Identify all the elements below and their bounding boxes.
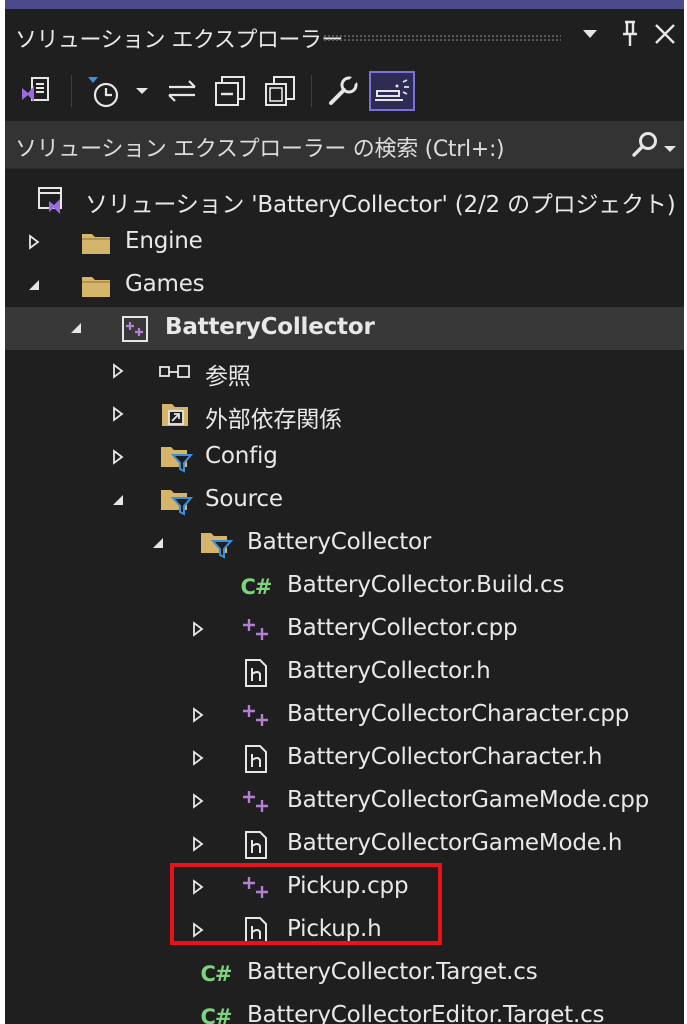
cpp-file-icon (239, 614, 273, 646)
tree-item-references[interactable]: 参照 (5, 350, 684, 393)
tree-item-label: BatteryCollectorCharacter.cpp (287, 701, 630, 727)
tree-item-character-cpp[interactable]: BatteryCollectorCharacter.cpp (5, 694, 684, 737)
solution-icon (35, 184, 69, 216)
toolbar-separator (311, 75, 312, 107)
expand-arrow-icon[interactable] (189, 748, 207, 768)
search-icon[interactable] (630, 131, 660, 159)
tree-item-label: BatteryCollectorGameMode.cpp (287, 787, 650, 813)
panel-accent-bar (5, 0, 684, 9)
tree-item-label: BatteryCollector.h (287, 658, 491, 684)
expand-arrow-icon[interactable] (189, 920, 207, 940)
tree-item-label: BatteryCollectorGameMode.h (287, 830, 623, 856)
header-file-icon (239, 915, 273, 947)
switch-views-icon[interactable] (17, 71, 55, 111)
cpp-project-icon (119, 313, 153, 345)
tree-item-label: Source (205, 486, 283, 512)
filter-folder-icon (159, 442, 193, 474)
header-file-icon (239, 743, 273, 775)
header-file-icon (239, 657, 273, 689)
collapse-arrow-icon[interactable] (67, 318, 85, 338)
expand-arrow-icon[interactable] (25, 232, 43, 252)
cpp-file-icon (239, 700, 273, 732)
expand-arrow-icon[interactable] (189, 877, 207, 897)
collapse-all-icon[interactable] (209, 71, 251, 111)
toolbar-separator (71, 75, 72, 107)
tree-item-solution[interactable]: ソリューション 'BatteryCollector' (2/2 のプロジェクト) (5, 178, 684, 221)
expand-arrow-icon[interactable] (109, 361, 127, 381)
pin-icon[interactable] (615, 17, 645, 51)
tree-item-label: 外部依存関係 (205, 407, 342, 433)
expand-arrow-icon[interactable] (109, 447, 127, 467)
tree-item-label: Pickup.cpp (287, 873, 409, 899)
tree-item-label: BatteryCollector.Target.cs (247, 959, 538, 985)
collapse-arrow-icon[interactable] (25, 275, 43, 295)
tree-item-editor-target-cs[interactable]: C# BatteryCollectorEditor.Target.cs (5, 995, 684, 1024)
tree-item-label: BatteryCollector (247, 529, 432, 555)
tree-item-label: BatteryCollector.Build.cs (287, 572, 565, 598)
tree-item-label: BatteryCollector.cpp (287, 615, 518, 641)
collapse-arrow-icon[interactable] (149, 533, 167, 553)
tree-item-cpp[interactable]: BatteryCollector.cpp (5, 608, 684, 651)
csharp-file-icon: C# (200, 962, 232, 986)
sync-with-active-document-icon[interactable] (163, 71, 201, 111)
header-file-icon (239, 829, 273, 861)
expand-arrow-icon[interactable] (189, 834, 207, 854)
filter-folder-icon (199, 528, 233, 560)
csharp-file-icon: C# (240, 575, 272, 599)
tree-item-label: BatteryCollectorCharacter.h (287, 744, 603, 770)
tree-item-target-cs[interactable]: C# BatteryCollector.Target.cs (5, 952, 684, 995)
panel-title: ソリューション エクスプローラー (15, 28, 343, 53)
window-position-dropdown-icon[interactable] (575, 17, 605, 51)
close-icon[interactable] (650, 17, 680, 51)
csharp-file-icon: C# (200, 1005, 232, 1024)
collapse-arrow-icon[interactable] (109, 490, 127, 510)
tree-item-engine[interactable]: Engine (5, 221, 684, 264)
tree-item-character-h[interactable]: BatteryCollectorCharacter.h (5, 737, 684, 780)
tree-item-source-folder[interactable]: BatteryCollector (5, 522, 684, 565)
expand-arrow-icon[interactable] (109, 404, 127, 424)
tree-item-label: 参照 (205, 364, 251, 390)
tree-item-label: Engine (125, 228, 203, 254)
references-icon (157, 356, 191, 388)
show-all-files-icon[interactable] (259, 71, 301, 111)
tree-item-label: BatteryCollectorEditor.Target.cs (247, 1002, 605, 1024)
external-dependencies-folder-icon (159, 399, 193, 431)
tree-item-build-cs[interactable]: C# BatteryCollector.Build.cs (5, 565, 684, 608)
expand-arrow-icon[interactable] (189, 705, 207, 725)
cpp-file-icon (239, 872, 273, 904)
filter-dropdown-icon[interactable] (131, 71, 153, 111)
search-bar: ソリューション エクスプローラー の検索 (Ctrl+:) (5, 121, 684, 169)
tree-item-config[interactable]: Config (5, 436, 684, 479)
tree-item-external-dependencies[interactable]: 外部依存関係 (5, 393, 684, 436)
folder-icon (79, 270, 113, 302)
tree-item-label: Pickup.h (287, 916, 382, 942)
expand-arrow-icon[interactable] (189, 791, 207, 811)
tree-item-gamemode-h[interactable]: BatteryCollectorGameMode.h (5, 823, 684, 866)
tree-item-h[interactable]: BatteryCollector.h (5, 651, 684, 694)
search-options-dropdown-icon[interactable] (663, 139, 677, 152)
tree-item-gamemode-cpp[interactable]: BatteryCollectorGameMode.cpp (5, 780, 684, 823)
cpp-file-icon (239, 786, 273, 818)
tree-item-label: ソリューション 'BatteryCollector' (2/2 のプロジェクト) (85, 192, 676, 218)
preview-selected-items-icon[interactable] (369, 71, 415, 111)
search-input[interactable]: ソリューション エクスプローラー の検索 (Ctrl+:) (15, 131, 505, 163)
tree-item-games[interactable]: Games (5, 264, 684, 307)
solution-explorer-panel: ソリューション エクスプローラー ソリューション エクスプローラー の検索 (C… (0, 0, 687, 1024)
tree-item-source[interactable]: Source (5, 479, 684, 522)
tree-item-pickup-cpp[interactable]: Pickup.cpp (5, 866, 684, 909)
tree-item-pickup-h[interactable]: Pickup.h (5, 909, 684, 952)
tree-item-label: Games (125, 271, 205, 297)
title-bar: ソリューション エクスプローラー (5, 9, 684, 61)
title-grip[interactable] (323, 34, 561, 42)
folder-icon (79, 227, 113, 259)
tree-item-label: BatteryCollector (165, 314, 375, 340)
toolbar (5, 61, 684, 121)
tree-item-project[interactable]: BatteryCollector (5, 307, 684, 350)
properties-wrench-icon[interactable] (323, 71, 363, 111)
filter-folder-icon (159, 485, 193, 517)
tree-item-label: Config (205, 443, 278, 469)
expand-arrow-icon[interactable] (189, 619, 207, 639)
pending-changes-filter-icon[interactable] (83, 71, 125, 111)
